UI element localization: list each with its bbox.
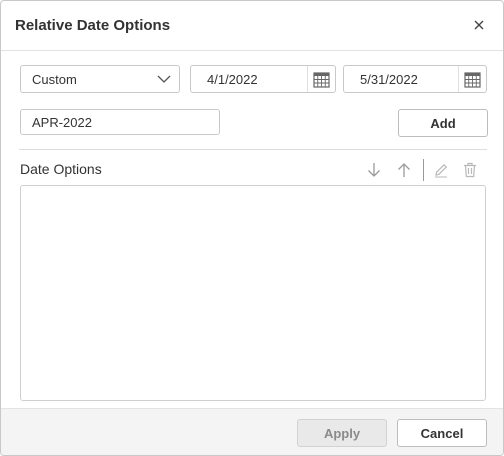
trash-icon bbox=[464, 162, 476, 178]
add-button[interactable]: Add bbox=[398, 109, 488, 137]
arrow-up-icon bbox=[398, 163, 410, 177]
arrow-down-icon bbox=[368, 163, 380, 177]
apply-button[interactable]: Apply bbox=[297, 419, 387, 447]
relative-date-options-dialog: Relative Date Options Custom 4/1/2022 5/… bbox=[0, 0, 504, 456]
calendar-icon[interactable] bbox=[464, 71, 481, 88]
range-type-select[interactable]: Custom bbox=[20, 65, 180, 93]
move-up-button[interactable] bbox=[394, 160, 414, 180]
start-date-picker[interactable]: 4/1/2022 bbox=[190, 65, 336, 93]
date-options-list[interactable] bbox=[20, 185, 486, 401]
option-label-value: APR-2022 bbox=[32, 115, 92, 130]
date-options-label: Date Options bbox=[20, 161, 102, 177]
start-date-divider bbox=[307, 66, 308, 92]
close-icon bbox=[474, 20, 484, 30]
end-date-value: 5/31/2022 bbox=[360, 72, 418, 87]
end-date-picker[interactable]: 5/31/2022 bbox=[343, 65, 487, 93]
end-date-divider bbox=[458, 66, 459, 92]
move-down-button[interactable] bbox=[364, 160, 384, 180]
chevron-down-icon bbox=[157, 75, 171, 83]
calendar-icon[interactable] bbox=[313, 71, 330, 88]
start-date-value: 4/1/2022 bbox=[207, 72, 258, 87]
option-label-input[interactable]: APR-2022 bbox=[20, 109, 220, 135]
pencil-icon bbox=[435, 163, 448, 178]
delete-button[interactable] bbox=[460, 160, 480, 180]
edit-button[interactable] bbox=[431, 160, 451, 180]
section-divider bbox=[19, 149, 487, 150]
close-button[interactable] bbox=[469, 15, 489, 35]
dialog-title: Relative Date Options bbox=[15, 17, 171, 34]
toolbar-divider bbox=[423, 159, 424, 181]
range-type-value: Custom bbox=[32, 72, 77, 87]
cancel-button[interactable]: Cancel bbox=[397, 419, 487, 447]
dialog-titlebar: Relative Date Options bbox=[1, 1, 503, 51]
dialog-footer: Apply Cancel bbox=[1, 408, 503, 455]
